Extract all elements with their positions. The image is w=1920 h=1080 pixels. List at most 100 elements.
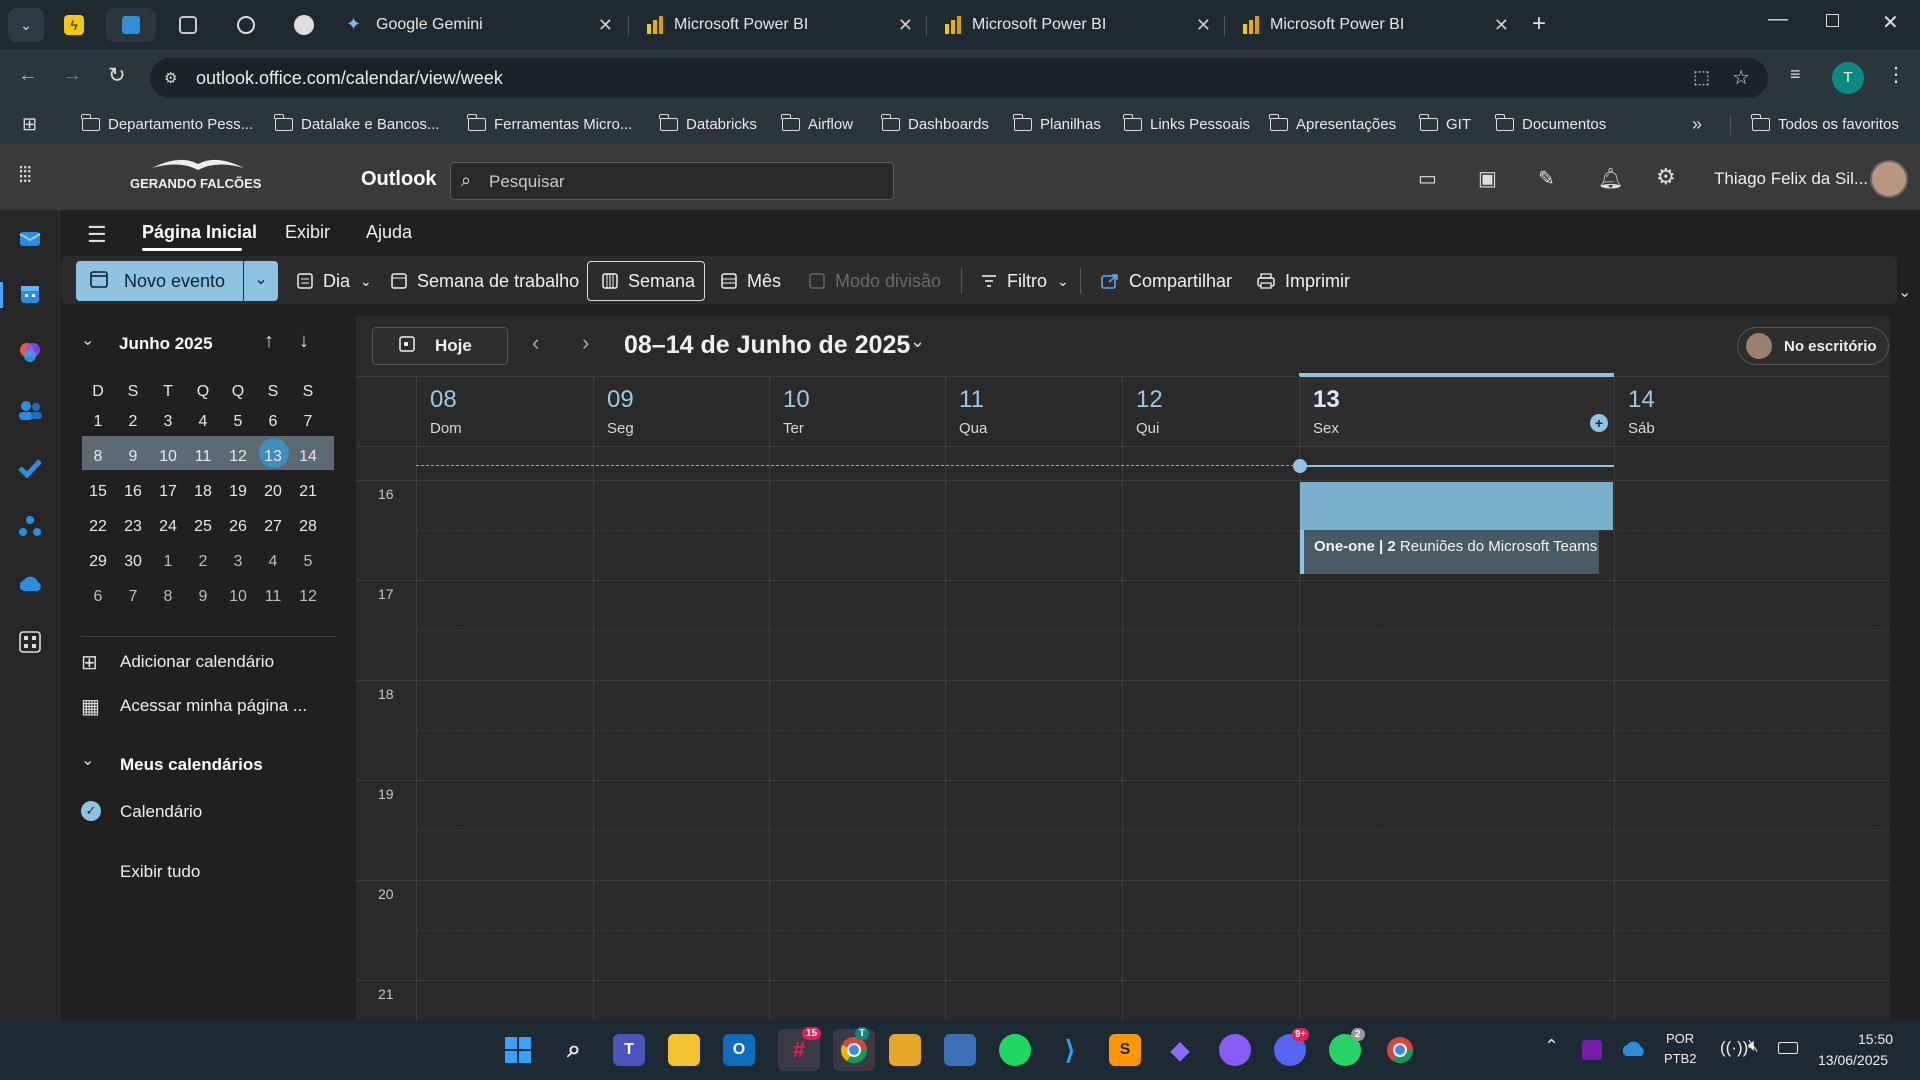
mini-calendar-day[interactable]: 12 [291, 582, 325, 612]
day-header[interactable]: 08 Dom [416, 376, 593, 446]
hamburger-menu-icon[interactable]: ☰ [87, 222, 107, 248]
meet-now-icon[interactable]: ▭ [1418, 166, 1437, 191]
next-month-arrow-icon[interactable]: ↓ [299, 330, 309, 353]
mini-calendar-day[interactable]: 29 [81, 547, 115, 577]
search-input[interactable]: ⌕ Pesquisar [450, 162, 894, 200]
mini-calendar-day[interactable]: 1 [81, 407, 115, 437]
minimize-button[interactable]: — [1768, 8, 1788, 31]
event-block-top[interactable] [1300, 482, 1613, 530]
tab-powerbi-2[interactable]: Microsoft Power BI ✕ [928, 6, 1223, 44]
mini-calendar-day[interactable]: 27 [256, 512, 290, 542]
mini-calendar-day[interactable]: 4 [186, 407, 220, 437]
filter-button[interactable]: Filtro ⌄ [981, 262, 1069, 300]
reload-icon[interactable]: ↻ [108, 63, 126, 88]
bookmark-folder[interactable]: Planilhas [1013, 114, 1101, 133]
vscode-icon[interactable]: ⟩ [1054, 1034, 1086, 1066]
mini-calendar-day[interactable]: 16 [116, 477, 150, 507]
battery-icon[interactable] [1778, 1042, 1798, 1054]
today-button[interactable]: Hoje [372, 327, 508, 365]
mini-calendar-day[interactable]: 1 [151, 547, 185, 577]
day-header[interactable]: 11 Qua [945, 376, 1122, 446]
mini-calendar-month[interactable]: Junho 2025 [119, 334, 213, 354]
mini-calendar-day[interactable]: 3 [151, 407, 185, 437]
mini-calendar-day[interactable]: 3 [221, 547, 255, 577]
copilot-icon[interactable] [16, 338, 44, 366]
bookmark-folder[interactable]: Databricks [659, 114, 757, 133]
todo-icon[interactable]: ✎ [1538, 166, 1555, 191]
mini-calendar-day[interactable]: 13 [256, 442, 290, 472]
chrome-icon[interactable] [1384, 1034, 1416, 1066]
bookmark-star-icon[interactable]: ☆ [1732, 65, 1750, 90]
outlook-app-icon[interactable]: O [723, 1034, 755, 1066]
install-app-icon[interactable]: ⬚ [1693, 67, 1710, 88]
windows-start-icon[interactable] [502, 1034, 534, 1066]
mini-calendar-day[interactable]: 2 [116, 407, 150, 437]
bookmark-folder[interactable]: Links Pessoais [1123, 114, 1250, 133]
settings-gear-icon[interactable]: ⚙ [1656, 164, 1676, 190]
mini-calendar-day[interactable]: 5 [291, 547, 325, 577]
range-picker-chevron-icon[interactable]: ⌄ [910, 331, 925, 352]
tab-view[interactable]: Exibir [285, 222, 330, 243]
app-launcher-icon[interactable]: ⁞⁞⁞ [18, 162, 32, 188]
week-view-button[interactable]: Semana [587, 261, 705, 301]
add-event-icon[interactable]: + [1590, 414, 1608, 432]
collapse-chevron-icon[interactable]: ⌄ [81, 330, 94, 350]
volume-muted-icon[interactable]: 🔇︎ [1748, 1036, 1759, 1056]
onenote-tray-icon[interactable] [1582, 1040, 1602, 1060]
pinned-tab-chatgpt[interactable] [228, 8, 264, 42]
forward-icon[interactable]: → [62, 64, 82, 87]
mini-calendar-day[interactable]: 8 [151, 582, 185, 612]
mini-calendar-day[interactable]: 22 [81, 512, 115, 542]
mini-calendar-day[interactable]: 4 [256, 547, 290, 577]
mini-calendar-day[interactable]: 17 [151, 477, 185, 507]
mini-calendar-day[interactable]: 10 [151, 442, 185, 472]
keyboard-layout[interactable]: PTB2 [1664, 1051, 1697, 1066]
apps-grid-icon[interactable]: ⊞ [22, 114, 37, 135]
bookmark-folder[interactable]: Ferramentas Micro... [467, 114, 632, 133]
restore-button[interactable] [1826, 14, 1839, 27]
pinned-tab-power-automate[interactable]: ϟ [56, 8, 92, 42]
file-explorer-icon[interactable] [668, 1034, 700, 1066]
pinned-tab-app[interactable] [170, 8, 206, 42]
notifications-bell-icon[interactable]: 🔔︎ [1598, 166, 1623, 191]
ribbon-expand-icon[interactable]: ⌄ [1898, 282, 1911, 302]
more-bookmarks-icon[interactable]: » [1692, 114, 1702, 135]
clock-date[interactable]: 13/06/2025 [1818, 1052, 1888, 1068]
bookmark-folder[interactable]: GIT [1419, 114, 1471, 133]
mini-calendar-day[interactable]: 10 [221, 582, 255, 612]
site-info-icon[interactable]: ⚙ [164, 69, 177, 87]
mini-calendar-day[interactable]: 9 [186, 582, 220, 612]
mini-calendar-day[interactable]: 7 [116, 582, 150, 612]
close-window-button[interactable]: ✕ [1882, 10, 1899, 35]
previous-month-arrow-icon[interactable]: ↑ [264, 330, 274, 353]
onenote-feed-icon[interactable]: ▣ [1478, 166, 1497, 191]
day-header[interactable]: 09 Seg [593, 376, 769, 446]
day-view-button[interactable]: Dia ⌄ [297, 262, 372, 300]
close-tab-icon[interactable]: ✕ [898, 15, 913, 36]
slack-icon[interactable]: #15 [778, 1027, 822, 1071]
whatsapp-icon[interactable]: 2 [1329, 1028, 1365, 1066]
people-icon[interactable] [16, 396, 44, 424]
mini-calendar-day[interactable]: 24 [151, 512, 185, 542]
chevron-down-icon[interactable]: ⌄ [81, 750, 94, 770]
mini-calendar-day[interactable]: 11 [256, 582, 290, 612]
back-icon[interactable]: ← [18, 64, 38, 87]
remote-desktop-icon[interactable] [944, 1034, 976, 1066]
media-control-icon[interactable]: ≡ [1790, 64, 1801, 85]
mini-calendar-day[interactable]: 26 [221, 512, 255, 542]
new-event-dropdown[interactable]: ⌄ [244, 261, 278, 301]
bookmark-folder[interactable]: Departamento Pess... [81, 114, 253, 133]
new-event-button[interactable]: Novo evento [76, 261, 243, 301]
teams-icon[interactable]: T [613, 1034, 645, 1066]
github-desktop-icon[interactable] [1219, 1034, 1251, 1066]
todo-check-icon[interactable] [16, 454, 44, 482]
bookmark-folder[interactable]: Apresentações [1269, 114, 1396, 133]
calendar-checked-icon[interactable]: ✓ [81, 801, 101, 821]
close-tab-icon[interactable]: ✕ [1196, 15, 1211, 36]
show-all-link[interactable]: Exibir tudo [120, 862, 200, 882]
my-calendars-header[interactable]: Meus calendários [120, 755, 263, 775]
url-text[interactable]: outlook.office.com/calendar/view/week [196, 68, 503, 89]
tab-home[interactable]: Página Inicial [142, 222, 257, 243]
mini-calendar-day[interactable]: 2 [186, 547, 220, 577]
pinned-tab-outlook[interactable] [106, 8, 156, 42]
